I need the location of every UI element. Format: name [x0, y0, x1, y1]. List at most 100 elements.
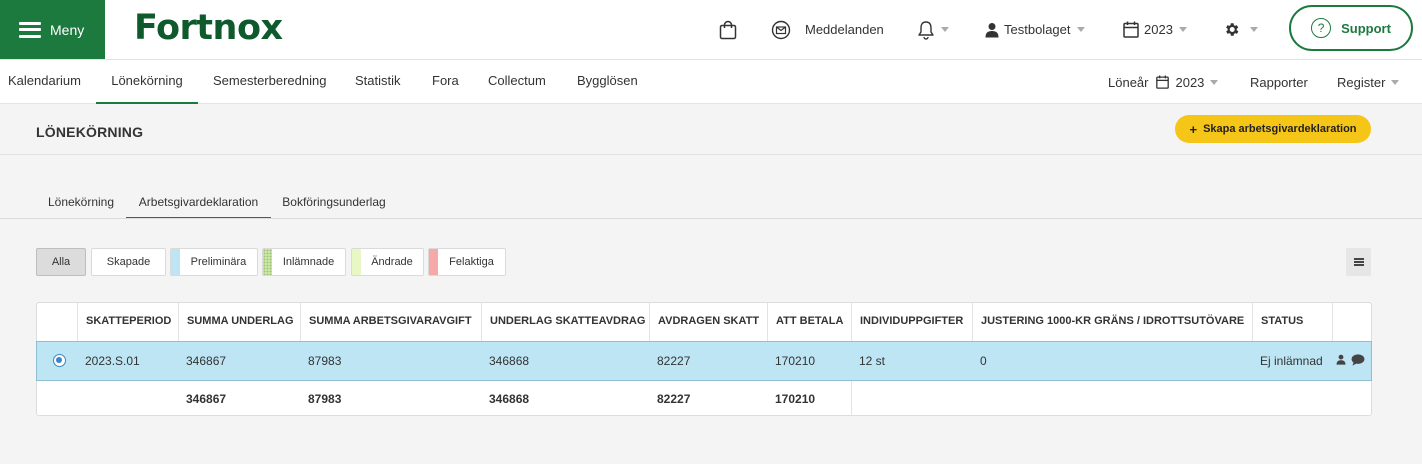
messages-button[interactable]: Meddelanden	[771, 0, 884, 59]
plus-icon: +	[1189, 121, 1198, 137]
bell-icon	[918, 20, 934, 40]
create-employer-declaration-button[interactable]: + Skapa arbetsgivardeklaration	[1175, 115, 1371, 143]
chevron-down-icon	[1250, 27, 1258, 32]
column-header-select	[37, 303, 77, 341]
chevron-down-icon	[941, 27, 949, 32]
nav-item-collectum[interactable]: Collectum	[488, 60, 546, 104]
cell-underlag-skatteavdrag: 346868	[489, 354, 530, 368]
divider	[0, 218, 1422, 219]
company-label: Testbolaget	[1004, 22, 1071, 37]
cell-summa-arbetsgivaravgift: 87983	[308, 354, 342, 368]
column-header-summa-arbetsgivaravgift[interactable]: SUMMA ARBETSGIVARAVGIFT	[300, 303, 481, 341]
page-title: LÖNEKÖRNING	[36, 124, 144, 140]
user-icon[interactable]	[1336, 354, 1346, 365]
loneyear-dropdown[interactable]: Löneår 2023	[1108, 60, 1219, 104]
main-nav: Kalendarium Lönekörning Semesterberednin…	[0, 60, 1422, 104]
support-button[interactable]: ? Support	[1289, 5, 1413, 51]
status-color-swatch	[352, 249, 361, 275]
chevron-down-icon	[1076, 27, 1085, 32]
table-row[interactable]	[36, 341, 1372, 381]
filter-skapade[interactable]: Skapade	[91, 248, 166, 276]
create-button-label: Skapa arbetsgivardeklaration	[1203, 123, 1357, 135]
filter-inlamnade[interactable]: Inlämnade	[262, 248, 346, 276]
column-header-att-betala[interactable]: ATT BETALA	[767, 303, 851, 341]
nav-item-semesterberedning[interactable]: Semesterberedning	[213, 60, 326, 104]
status-color-swatch	[429, 249, 438, 275]
shopping-bag-icon	[719, 20, 737, 39]
chevron-down-icon	[1178, 27, 1187, 32]
chevron-down-icon	[1210, 79, 1219, 85]
footer-underlag-skatteavdrag: 346868	[489, 392, 530, 406]
column-header-status[interactable]: STATUS	[1252, 303, 1332, 341]
nav-item-bygglosen[interactable]: Bygglösen	[577, 60, 638, 104]
filter-alla[interactable]: Alla	[36, 248, 86, 276]
column-header-justering[interactable]: JUSTERING 1000-KR GRÄNS / IDROTTSUTÖVARE	[972, 303, 1252, 341]
list-icon	[1353, 258, 1364, 266]
settings-dropdown[interactable]	[1223, 0, 1258, 59]
notifications-button[interactable]	[917, 0, 949, 59]
nav-item-kalendarium[interactable]: Kalendarium	[8, 60, 81, 104]
cell-summa-underlag: 346867	[186, 354, 227, 368]
cell-avdragen-skatt: 82227	[657, 354, 691, 368]
declarations-table: SKATTEPERIOD SUMMA UNDERLAG SUMMA ARBETS…	[36, 302, 1372, 416]
column-header-skatteperiod[interactable]: SKATTEPERIOD	[77, 303, 178, 341]
footer-summa-underlag: 346867	[186, 392, 227, 406]
filter-label: Preliminära	[190, 256, 247, 268]
filter-label: Skapade	[106, 256, 151, 268]
status-color-swatch	[171, 249, 180, 275]
footer-avdragen-skatt: 82227	[657, 392, 691, 406]
comment-icon[interactable]	[1351, 354, 1365, 366]
question-circle-icon: ?	[1311, 18, 1332, 38]
chevron-down-icon	[1391, 79, 1400, 85]
support-label: Support	[1341, 20, 1391, 36]
column-header-summa-underlag[interactable]: SUMMA UNDERLAG	[178, 303, 300, 341]
filter-preliminara[interactable]: Preliminära	[170, 248, 258, 276]
column-header-actions	[1332, 303, 1371, 341]
tab-bokforingsunderlag[interactable]: Bokföringsunderlag	[276, 188, 392, 219]
row-radio-button[interactable]	[53, 354, 66, 367]
gear-icon	[1226, 23, 1239, 36]
loneyear-label: Löneår	[1108, 74, 1149, 90]
envelope-icon	[771, 20, 791, 39]
cell-att-betala: 170210	[775, 354, 816, 368]
tab-arbetsgivardeklaration[interactable]: Arbetsgivardeklaration	[126, 188, 271, 219]
column-header-underlag-skatteavdrag[interactable]: UNDERLAG SKATTEAVDRAG	[481, 303, 649, 341]
cell-justering: 0	[980, 354, 987, 368]
loneyear-value: 2023	[1175, 74, 1205, 90]
list-view-button[interactable]	[1346, 248, 1371, 276]
fortnox-logo[interactable]: Fortnox	[134, 8, 283, 48]
filter-label: Inlämnade	[282, 256, 335, 268]
status-color-swatch	[263, 249, 272, 275]
divider	[0, 154, 1422, 155]
year-dropdown[interactable]: 2023	[1123, 0, 1187, 59]
filter-label: Alla	[51, 256, 71, 268]
year-label: 2023	[1144, 22, 1173, 37]
filter-andrade[interactable]: Ändrade	[351, 248, 424, 276]
column-header-avdragen-skatt[interactable]: AVDRAGEN SKATT	[649, 303, 767, 341]
calendar-icon	[1156, 75, 1170, 89]
nav-item-lonekorning[interactable]: Lönekörning	[96, 60, 198, 104]
tab-lonekorning[interactable]: Lönekörning	[40, 188, 122, 219]
nav-item-statistik[interactable]: Statistik	[355, 60, 401, 104]
messages-label: Meddelanden	[805, 22, 884, 37]
cell-individuppgifter[interactable]: 12 st	[851, 341, 885, 381]
register-label: Register	[1337, 74, 1386, 90]
footer-att-betala: 170210	[775, 392, 816, 406]
column-header-individuppgifter[interactable]: INDIVIDUPPGIFTER	[851, 303, 972, 341]
menu-button[interactable]: Meny	[0, 0, 105, 59]
footer-summa-arbetsgivaravgift: 87983	[308, 392, 342, 406]
reports-link[interactable]: Rapporter	[1250, 60, 1308, 104]
shop-bag-button[interactable]	[719, 0, 737, 59]
top-header: Meny Fortnox Meddelanden Testbolaget 202…	[0, 0, 1422, 60]
register-dropdown[interactable]: Register	[1337, 60, 1400, 104]
cell-status: Ej inlämnad	[1260, 354, 1323, 368]
user-icon	[985, 22, 999, 37]
filter-felaktiga[interactable]: Felaktiga	[428, 248, 506, 276]
hamburger-icon	[19, 21, 41, 38]
company-dropdown[interactable]: Testbolaget	[985, 0, 1085, 59]
footer-divider	[851, 381, 852, 416]
menu-label: Meny	[50, 21, 85, 38]
cell-skatteperiod: 2023.S.01	[85, 354, 140, 368]
nav-item-fora[interactable]: Fora	[432, 60, 459, 104]
calendar-icon	[1123, 21, 1139, 38]
